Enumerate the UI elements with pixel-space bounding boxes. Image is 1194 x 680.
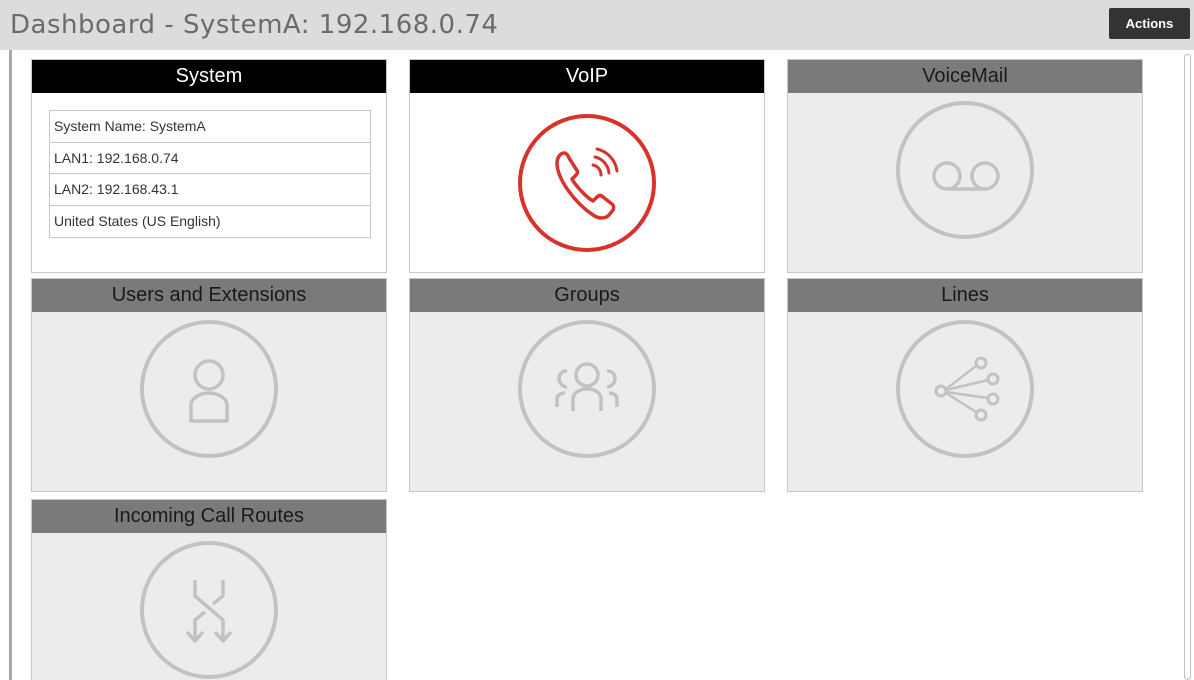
- actions-button[interactable]: Actions: [1109, 8, 1190, 39]
- phone-icon: [518, 114, 656, 252]
- dashboard-content: System System Name: SystemA LAN1: 192.16…: [9, 50, 1194, 680]
- tile-voicemail[interactable]: VoiceMail: [787, 59, 1143, 273]
- system-info-table: System Name: SystemA LAN1: 192.168.0.74 …: [49, 110, 371, 238]
- tile-system-header: System: [32, 60, 386, 93]
- page-title: Dashboard - SystemA: 192.168.0.74: [10, 10, 499, 40]
- system-info-row-lan2: LAN2: 192.168.43.1: [50, 174, 370, 206]
- lines-icon: [896, 320, 1034, 458]
- system-info-row-locale: United States (US English): [54, 212, 221, 229]
- call-routes-icon: [140, 541, 278, 679]
- tile-call-routes-header: Incoming Call Routes: [32, 500, 386, 533]
- tile-users-header: Users and Extensions: [32, 279, 386, 312]
- tile-lines[interactable]: Lines: [787, 278, 1143, 492]
- top-bar: Dashboard - SystemA: 192.168.0.74 Action…: [0, 0, 1194, 50]
- tile-voicemail-header: VoiceMail: [788, 60, 1142, 93]
- tile-voip[interactable]: VoIP: [409, 59, 765, 273]
- system-info-row-lan1: LAN1: 192.168.0.74: [50, 143, 370, 174]
- scrollbar-thumb[interactable]: [1184, 54, 1191, 680]
- scrollbar[interactable]: [1184, 54, 1191, 680]
- voicemail-icon: [896, 101, 1034, 239]
- group-icon: [518, 320, 656, 458]
- tile-groups[interactable]: Groups: [409, 278, 765, 492]
- user-icon: [140, 320, 278, 458]
- tile-system[interactable]: System System Name: SystemA LAN1: 192.16…: [31, 59, 387, 273]
- tile-lines-header: Lines: [788, 279, 1142, 312]
- tile-voip-header: VoIP: [410, 60, 764, 93]
- tile-call-routes[interactable]: Incoming Call Routes: [31, 499, 387, 680]
- system-info-row-name: System Name: SystemA: [50, 111, 370, 143]
- tile-users[interactable]: Users and Extensions: [31, 278, 387, 492]
- tile-groups-header: Groups: [410, 279, 764, 312]
